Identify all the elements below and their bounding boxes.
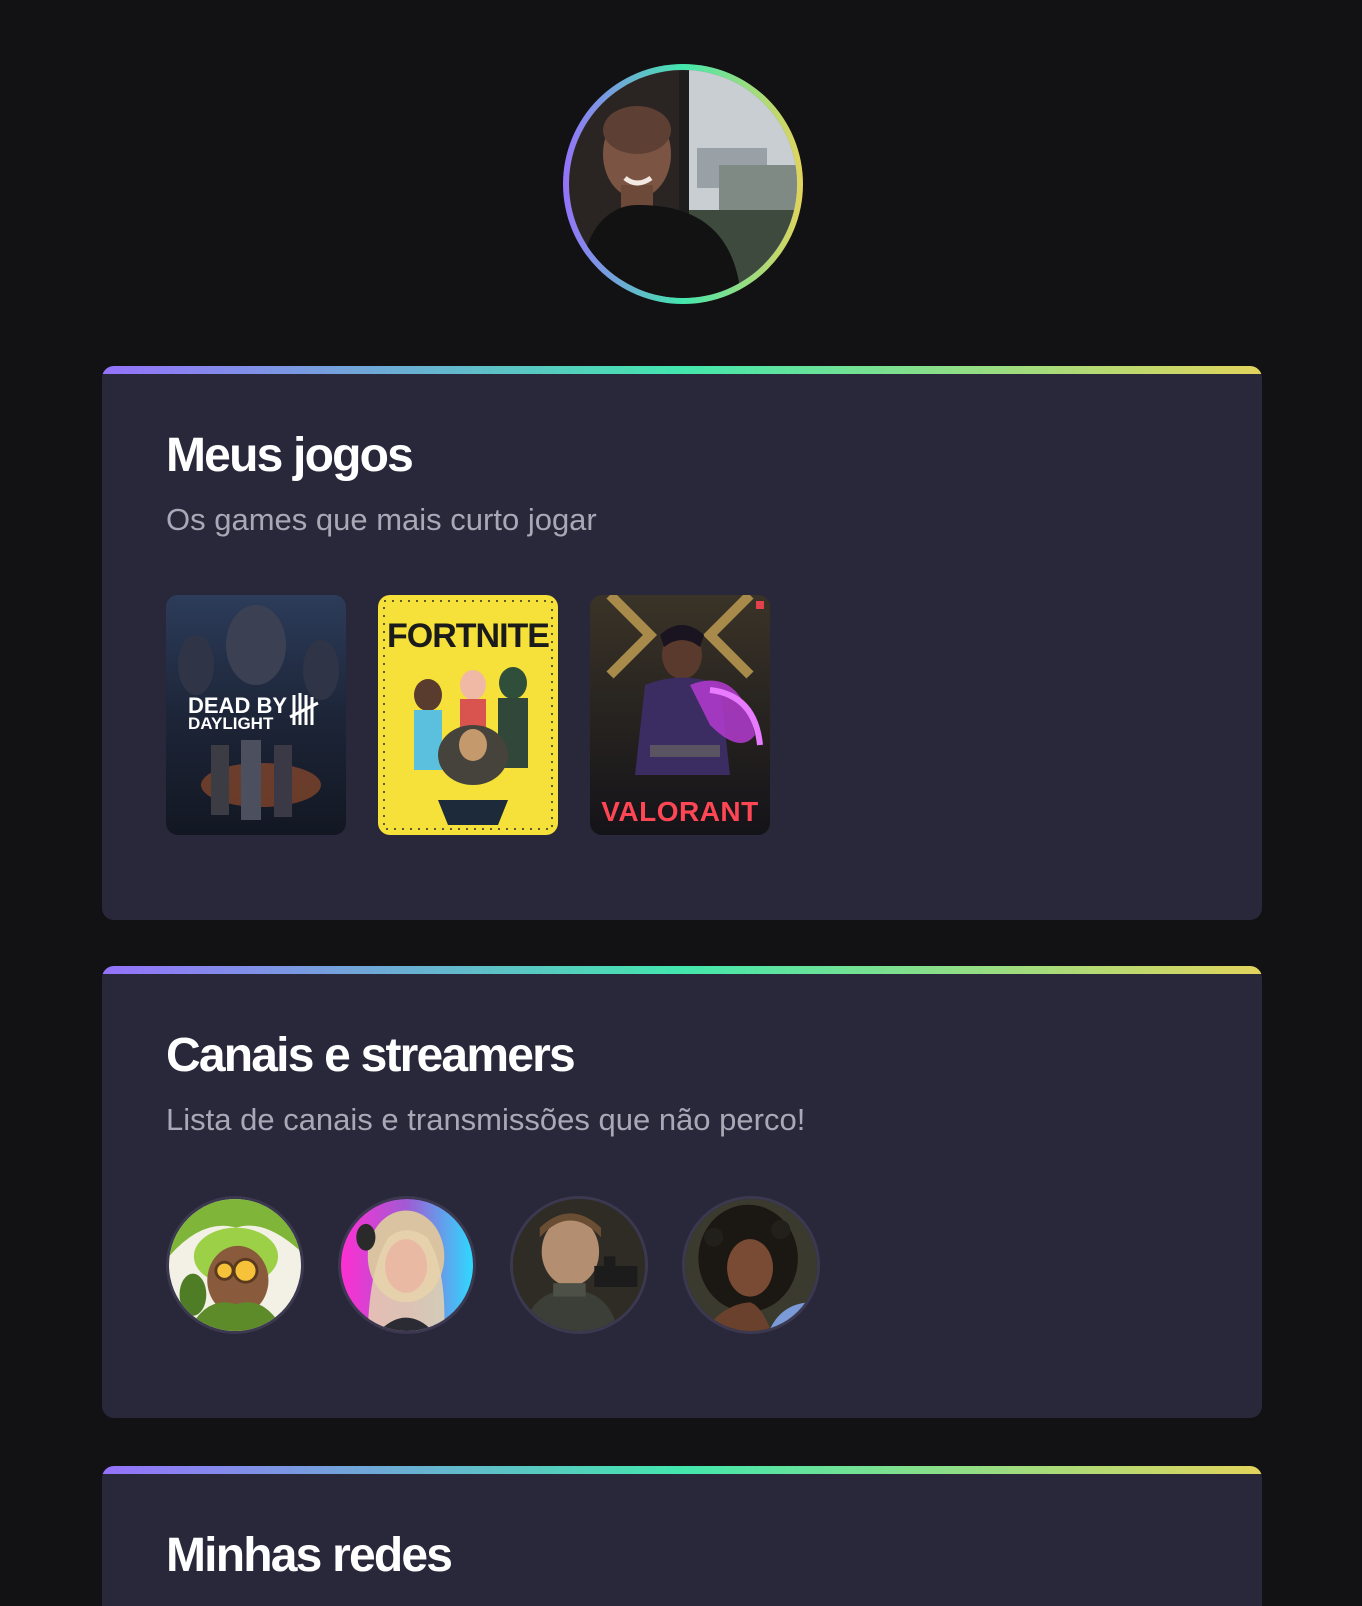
- valorant-logo: VALORANT: [601, 796, 758, 827]
- streamer-image-2: [341, 1199, 473, 1331]
- game-cover-valorant: VALORANT: [590, 595, 770, 835]
- streamers-subtitle: Lista de canais e transmissões que não p…: [166, 1102, 806, 1137]
- game-fortnite[interactable]: FORTNITE: [378, 595, 558, 835]
- fortnite-logo: FORTNITE: [387, 617, 549, 655]
- games-title: Meus jogos: [166, 429, 414, 482]
- streamer-avatar-4[interactable]: [682, 1196, 820, 1334]
- games-section: Meus jogos Os games que mais curto jogar: [102, 366, 1262, 920]
- streamer-image-1: [169, 1199, 301, 1331]
- dbd-logo-line2: DAYLIGHT: [188, 714, 274, 733]
- page: Meus jogos Os games que mais curto jogar: [0, 0, 1362, 1606]
- profile-photo-image: [569, 70, 797, 298]
- streamer-avatar-3[interactable]: [510, 1196, 648, 1334]
- networks-title: Minhas redes: [166, 1529, 453, 1582]
- streamers-list: [166, 1196, 1198, 1334]
- streamers-title: Canais e streamers: [166, 1029, 576, 1082]
- game-cover-fortnite: FORTNITE: [378, 595, 558, 835]
- profile-photo: [569, 70, 797, 298]
- streamer-avatar-2[interactable]: [338, 1196, 476, 1334]
- games-list: DEAD BY DAYLIGHT FORTNITE VALORANT: [166, 595, 1198, 835]
- streamer-image-3: [513, 1199, 645, 1331]
- streamers-section: Canais e streamers Lista de canais e tra…: [102, 966, 1262, 1418]
- game-cover-dead-by-daylight: DEAD BY DAYLIGHT: [166, 595, 346, 835]
- profile-avatar: [563, 64, 803, 304]
- streamer-avatar-1[interactable]: [166, 1196, 304, 1334]
- game-dead-by-daylight[interactable]: DEAD BY DAYLIGHT: [166, 595, 346, 835]
- streamer-image-4: [685, 1199, 817, 1331]
- game-valorant[interactable]: VALORANT: [590, 595, 770, 835]
- games-subtitle: Os games que mais curto jogar: [166, 502, 597, 537]
- networks-section: Minhas redes: [102, 1466, 1262, 1606]
